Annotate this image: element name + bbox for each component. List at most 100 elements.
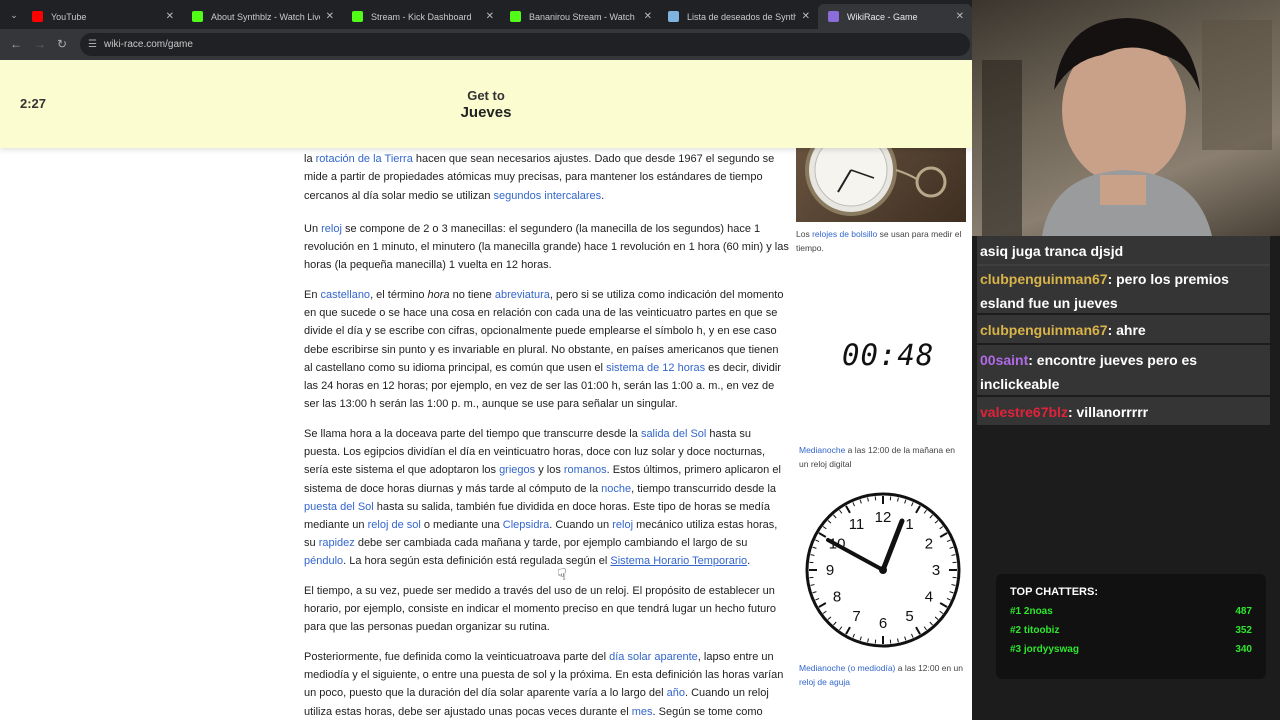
clock-numeral: 4 (925, 589, 933, 606)
tab-title: WikiRace - Game (847, 11, 918, 22)
article-text: Se llama hora a la doceava parte del tie… (304, 428, 641, 440)
article-paragraph: Posteriormente, fue definida como la vei… (304, 648, 790, 720)
article-link[interactable]: día solar aparente (609, 651, 698, 663)
article-link[interactable]: péndulo (304, 555, 343, 567)
article-link[interactable]: noche (601, 483, 631, 495)
article-link[interactable]: romanos (564, 464, 607, 476)
chat-text: : ahre (1107, 322, 1146, 338)
digital-clock-display: 00:48 (842, 338, 935, 372)
article-text: se compone de 2 o 3 manecillas: el segun… (304, 223, 789, 272)
article-link[interactable]: rotación de la Tierra (316, 153, 413, 165)
caption-text: a las 12:00 en un (895, 663, 963, 673)
article-text: Posteriormente, fue definida como la vei… (304, 651, 610, 663)
steam-icon (668, 11, 679, 22)
browser-tab[interactable]: Stream - Kick Dashboard ✕ (342, 4, 502, 29)
clock-numeral: 9 (826, 562, 834, 579)
top-chatters-panel: TOP CHATTERS: #1 2noas 487 #2 titoobiz 352… (996, 574, 1266, 679)
chat-message: valestre67blz: villanorrrrr (977, 397, 1270, 425)
analog-clock-icon: 121234567891011 (805, 492, 961, 648)
article-link[interactable]: sistema de 12 horas (606, 362, 705, 374)
back-arrow-icon[interactable]: ← (10, 37, 22, 51)
clock-numeral: 7 (852, 608, 860, 625)
close-icon[interactable]: ✕ (644, 11, 652, 22)
chatter-score: 340 (1235, 644, 1252, 655)
article-link[interactable]: abreviatura (495, 289, 550, 301)
article-link[interactable]: año (667, 687, 685, 699)
chatter-name: #3 jordyyswag (1010, 644, 1079, 655)
article-paragraph: En castellano, el término hora no tiene … (304, 286, 790, 413)
article-link[interactable]: Sistema Horario Temporario (610, 555, 747, 567)
clock-numeral: 11 (849, 516, 865, 533)
browser-tab[interactable]: WikiRace - Game ✕ (818, 4, 972, 29)
clock-numeral: 1 (905, 516, 913, 533)
chat-message: asiq juga tranca djsjd (977, 236, 1270, 266)
chat-username: 00saint (980, 352, 1029, 368)
chatter-name: #2 titoobiz (1010, 625, 1060, 636)
digital-clock-caption: Medianoche a las 12:00 de la mañana en u… (799, 443, 965, 471)
article-link[interactable]: griegos (499, 464, 535, 476)
article-link[interactable]: reloj (321, 223, 342, 235)
tab-search-button[interactable]: ⌄ (6, 7, 22, 23)
screen: ⌄ YouTube✕About Synthblz - Watch Live on… (0, 0, 1280, 720)
target-article: Jueves (460, 104, 512, 121)
tab-title: Bananirou Stream - Watch Live (529, 11, 638, 22)
chat-message: clubpenguinman67: pero los premios eslan… (977, 264, 1270, 313)
article-text: no tiene (449, 289, 495, 301)
article-link[interactable]: mes (632, 706, 653, 718)
midnight-noon-link[interactable]: Medianoche (o mediodía) (799, 663, 895, 673)
address-bar: ← → ↻ ☰ wiki-race.com/game (0, 29, 972, 60)
site-info-icon[interactable]: ☰ (88, 33, 97, 56)
close-icon[interactable]: ✕ (486, 11, 494, 22)
kick-icon (510, 11, 521, 22)
chat-text: asiq juga tranca djsjd (980, 243, 1124, 259)
article-text: En (304, 289, 321, 301)
chat-username: clubpenguinman67 (980, 322, 1108, 338)
chat-username: valestre67blz (980, 404, 1068, 420)
chat-text: : villanorrrrr (1067, 404, 1149, 420)
article-text: o mediante una (420, 519, 503, 532)
article-link[interactable]: reloj (612, 519, 633, 531)
reload-icon[interactable]: ↻ (57, 37, 67, 51)
clock-numeral: 5 (905, 608, 913, 625)
article-link[interactable]: segundos intercalares (494, 190, 602, 202)
chat-message: clubpenguinman67: ahre (977, 315, 1270, 343)
clock-numeral: 6 (879, 615, 887, 632)
caption-text: Los (796, 229, 813, 239)
browser-tab[interactable]: Bananirou Stream - Watch Live ✕ (500, 4, 660, 29)
top-chatter-row: #2 titoobiz 352 (1010, 625, 1252, 644)
pocket-watch-icon (805, 140, 947, 216)
pocket-watch-link[interactable]: relojes de bolsillo (812, 229, 877, 239)
close-icon[interactable]: ✕ (166, 11, 174, 22)
close-icon[interactable]: ✕ (956, 11, 964, 22)
streamer-silhouette-icon (982, 18, 1272, 236)
article-link[interactable]: salida del Sol (641, 428, 706, 440)
url-field[interactable]: ☰ wiki-race.com/game (80, 33, 970, 56)
article-link[interactable]: puesta del Sol (304, 501, 374, 513)
close-icon[interactable]: ✕ (326, 11, 334, 22)
analog-clock-link[interactable]: reloj de aguja (799, 677, 850, 687)
article-text: El tiempo, a su vez, puede ser medido a … (304, 585, 777, 634)
browser-tab[interactable]: YouTube ✕ (22, 4, 182, 29)
article-text: , tiempo transcurrido desde la (631, 482, 777, 495)
chat-message: 00saint: encontre jueves pero es inclick… (977, 345, 1270, 395)
article-link[interactable]: castellano (321, 289, 371, 301)
article-link[interactable]: Clepsidra (503, 519, 549, 531)
top-chatter-row: #1 2noas 487 (1010, 606, 1252, 625)
browser-tab[interactable]: Lista de deseados de Synth ✕ (658, 4, 818, 29)
tab-title: About Synthblz - Watch Live on (211, 11, 320, 22)
close-icon[interactable]: ✕ (802, 11, 810, 22)
article-link[interactable]: rapidez (319, 537, 355, 549)
article-link[interactable]: reloj de sol (368, 519, 421, 531)
article-text: . Cuando un (549, 519, 613, 532)
forward-arrow-icon[interactable]: → (34, 37, 46, 51)
wikirace-page: se utiliza para el tiempo civil y compre… (0, 60, 972, 720)
top-chatter-row: #3 jordyyswag 340 (1010, 644, 1252, 663)
midnight-link[interactable]: Medianoche (799, 445, 845, 455)
article-text: . (601, 189, 605, 202)
clock-numeral: 8 (833, 589, 841, 606)
browser-window: ⌄ YouTube✕About Synthblz - Watch Live on… (0, 0, 972, 720)
url-text: wiki-race.com/game (104, 39, 193, 50)
wikirace-icon (828, 11, 839, 22)
youtube-icon (32, 11, 43, 22)
browser-tab[interactable]: About Synthblz - Watch Live on ✕ (182, 4, 342, 29)
